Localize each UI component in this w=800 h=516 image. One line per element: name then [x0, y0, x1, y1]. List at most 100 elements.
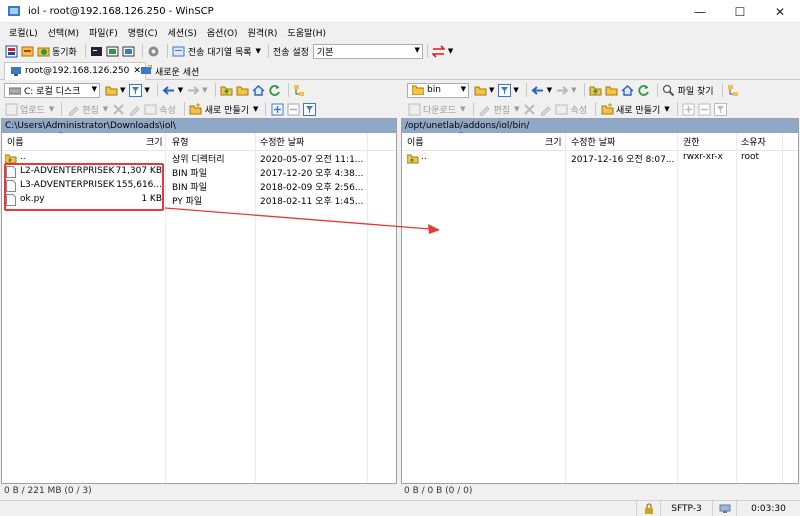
right-navigation-toolbar: bin ▼ ▼ ▼ ▼ ▼ 파일 찾기	[403, 80, 800, 100]
open-folder-dropdown-icon[interactable]: ▼	[489, 86, 494, 94]
column-size[interactable]: 크기	[146, 135, 163, 148]
synchronize-label[interactable]: 동기화	[52, 45, 77, 58]
remote-file-panel[interactable]: /opt/unetlab/addons/iol/bin/ ^ 이름 크기 수정한…	[401, 118, 799, 484]
maximize-button[interactable]: ☐	[720, 0, 760, 23]
tree-view-icon[interactable]	[727, 83, 741, 97]
refresh-icon[interactable]	[637, 83, 651, 97]
new-tab-icon[interactable]	[4, 44, 18, 58]
new-dropdown-icon[interactable]: ▼	[253, 105, 258, 113]
menu-mark[interactable]: 선택(M)	[43, 26, 84, 39]
minimize-button[interactable]: —	[680, 0, 720, 23]
queue-dropdown-icon[interactable]: ▼	[256, 47, 261, 55]
toolbar-separator	[156, 83, 158, 97]
network-status-icon	[712, 501, 736, 516]
toolbar-separator	[287, 83, 289, 97]
back-arrow-icon[interactable]	[531, 83, 545, 97]
column-type[interactable]: 유형	[172, 135, 189, 148]
table-row[interactable]: .. 2017-12-16 오전 8:07... rwxr-xr-x root	[402, 151, 798, 165]
menu-commands[interactable]: 명령(C)	[123, 26, 163, 39]
local-drive-select[interactable]: C: 로컬 디스크 ▼	[4, 82, 100, 98]
tab-new-session[interactable]: 새로운 세션	[135, 62, 203, 80]
new-label[interactable]: 새로 만들기	[616, 103, 660, 116]
menu-files[interactable]: 파일(F)	[84, 26, 123, 39]
menu-options[interactable]: 옵션(O)	[202, 26, 243, 39]
preferences-gear-icon[interactable]	[147, 44, 161, 58]
putty-icon[interactable]	[106, 44, 120, 58]
find-files-label[interactable]: 파일 찾기	[678, 84, 714, 97]
filter-select-icon[interactable]	[302, 102, 316, 116]
file-type: BIN 파일	[172, 183, 207, 193]
back-arrow-icon[interactable]	[162, 83, 176, 97]
transfer-preset-select[interactable]: 기본 ▼	[312, 43, 423, 59]
new-dropdown-icon[interactable]: ▼	[664, 105, 669, 113]
menu-bar: 로컬(L) 선택(M) 파일(F) 명령(C) 세션(S) 옵션(O) 원격(R…	[0, 23, 800, 41]
root-directory-icon[interactable]	[605, 83, 619, 97]
back-dropdown-icon[interactable]: ▼	[178, 86, 183, 94]
tab-current-session[interactable]: root@192.168.126.250 ✕	[4, 62, 146, 80]
right-file-toolbar: 다운로드 ▼ 편집 ▼ 속성 새로 만들기 ▼	[403, 99, 800, 119]
column-divider	[782, 133, 783, 483]
new-folder-icon[interactable]	[600, 102, 614, 116]
remote-folder-select[interactable]: bin ▼	[407, 82, 469, 98]
root-directory-icon[interactable]	[236, 83, 250, 97]
download-label: 다운로드	[423, 105, 457, 116]
toolbar-separator	[426, 44, 428, 58]
toolbar-separator	[656, 83, 658, 97]
menu-local[interactable]: 로컬(L)	[4, 26, 43, 39]
synchronize-icon[interactable]	[36, 44, 50, 58]
filter-dropdown-icon[interactable]: ▼	[144, 86, 149, 94]
filter-icon[interactable]	[497, 83, 511, 97]
parent-directory-icon[interactable]	[589, 83, 603, 97]
console-icon[interactable]	[90, 44, 104, 58]
transfer-settings-icon[interactable]	[432, 44, 446, 58]
toolbar-separator	[265, 102, 267, 116]
edit-label: 편집	[493, 105, 511, 116]
new-folder-icon[interactable]	[189, 102, 203, 116]
menu-remote[interactable]: 원격(R)	[243, 26, 283, 39]
refresh-icon[interactable]	[268, 83, 282, 97]
open-folder-icon[interactable]	[104, 83, 118, 97]
winscp-app-icon	[6, 3, 22, 19]
back-dropdown-icon[interactable]: ▼	[547, 86, 552, 94]
column-modified[interactable]: 수정한 날짜	[260, 135, 304, 148]
new-label[interactable]: 새로 만들기	[205, 103, 249, 116]
queue-icon[interactable]	[172, 44, 186, 58]
home-icon[interactable]	[621, 83, 635, 97]
lock-icon[interactable]	[636, 501, 660, 516]
open-folder-dropdown-icon[interactable]: ▼	[120, 86, 125, 94]
menu-session[interactable]: 세션(S)	[163, 26, 202, 39]
toolbar-separator	[472, 102, 474, 116]
filter-icon[interactable]	[128, 83, 142, 97]
main-toolbar: 동기화 전송 대기열 목록 ▼ 전송 설정 기본 ▼ ▼	[0, 41, 800, 61]
column-size[interactable]: 크기	[545, 135, 562, 148]
home-icon[interactable]	[252, 83, 266, 97]
column-name[interactable]: 이름	[7, 135, 24, 148]
column-modified[interactable]: 수정한 날짜	[571, 135, 615, 148]
find-files-icon[interactable]	[662, 83, 676, 97]
unselect-all-icon	[698, 102, 712, 116]
open-folder-icon[interactable]	[473, 83, 487, 97]
file-owner: root	[741, 152, 760, 162]
select-all-icon[interactable]	[270, 102, 284, 116]
new-session-icon	[139, 64, 153, 78]
file-modified: 2018-02-09 오후 2:56...	[260, 183, 364, 193]
menu-help[interactable]: 도움말(H)	[282, 26, 331, 39]
title-bar: iol - root@192.168.126.250 - WinSCP — ☐ …	[0, 0, 800, 23]
filter-dropdown-icon[interactable]: ▼	[513, 86, 518, 94]
compare-directories-icon[interactable]	[20, 44, 34, 58]
local-selection-status: 0 B / 221 MB (0 / 3)	[4, 486, 92, 496]
tree-view-icon[interactable]	[293, 83, 307, 97]
edit-dropdown-icon: ▼	[514, 105, 520, 113]
parent-directory-icon[interactable]	[220, 83, 234, 97]
forward-arrow-icon	[186, 83, 200, 97]
column-name[interactable]: 이름	[407, 135, 424, 148]
column-owner[interactable]: 소유자	[741, 135, 766, 148]
transfer-settings-dropdown-icon[interactable]: ▼	[448, 47, 453, 55]
close-button[interactable]: ✕	[760, 0, 800, 23]
column-rights[interactable]: 권한	[683, 135, 700, 148]
unselect-all-icon[interactable]	[286, 102, 300, 116]
terminal-icon[interactable]	[122, 44, 136, 58]
queue-list-label[interactable]: 전송 대기열 목록	[188, 45, 252, 58]
forward-arrow-icon	[555, 83, 569, 97]
file-rights: rwxr-xr-x	[683, 152, 723, 162]
